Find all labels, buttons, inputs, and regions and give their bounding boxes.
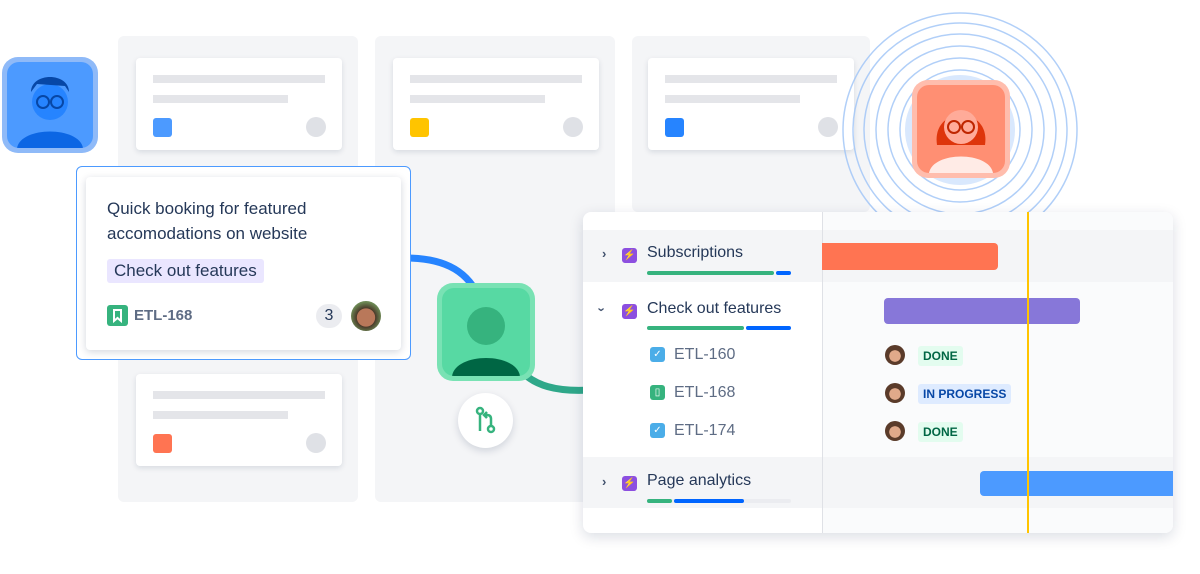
status-badge: IN PROGRESS: [918, 384, 1012, 404]
issue-key[interactable]: ETL-174: [674, 422, 735, 440]
issue-key[interactable]: ETL-160: [674, 346, 735, 364]
progress-done: [647, 326, 744, 330]
card-title-line: accomodations on website: [107, 224, 308, 243]
avatar-green-user: [437, 283, 535, 381]
epic-name[interactable]: Check out features: [647, 300, 781, 318]
epic-lightning-icon: ⚡: [622, 248, 637, 263]
progress-in-progress: [674, 499, 744, 503]
avatar-red-user: [912, 80, 1010, 178]
epic-lozenge[interactable]: Check out features: [107, 259, 264, 283]
status-badge: DONE: [918, 422, 963, 442]
progress-in-progress: [776, 271, 791, 275]
issue-key[interactable]: ETL-168: [134, 307, 192, 324]
assignee-avatar: [885, 383, 905, 403]
task-check-icon: ✓: [650, 347, 665, 362]
card-title-line: Quick booking for featured: [107, 199, 307, 218]
status-badge: DONE: [918, 346, 963, 366]
epic-lightning-icon: ⚡: [622, 304, 637, 319]
task-check-icon: ✓: [650, 423, 665, 438]
comment-count-badge: 3: [316, 304, 342, 328]
epic-bar-page-analytics[interactable]: [980, 471, 1173, 496]
progress-done: [647, 499, 672, 503]
issue-key[interactable]: ETL-168: [674, 384, 735, 402]
progress-done: [647, 271, 774, 275]
story-bookmark-icon: ▯: [650, 385, 665, 400]
card-title: Quick booking for featured accomodations…: [107, 196, 307, 246]
chevron-down-icon[interactable]: ›: [595, 307, 610, 311]
assignee-avatar: [885, 345, 905, 365]
pull-request-icon: [475, 406, 496, 434]
assignee-avatar[interactable]: [351, 301, 381, 331]
timeline-panel: › ⚡ Subscriptions › ⚡ Check out features…: [583, 212, 1173, 533]
story-bookmark-icon: [107, 305, 128, 326]
epic-lightning-icon: ⚡: [622, 476, 637, 491]
issue-card[interactable]: Quick booking for featured accomodations…: [86, 177, 401, 350]
epic-name[interactable]: Subscriptions: [647, 244, 743, 262]
avatar-blue-user: [2, 57, 98, 153]
epic-bar-check-out-features[interactable]: [884, 298, 1080, 324]
pull-request-button[interactable]: [458, 393, 513, 448]
chevron-right-icon[interactable]: ›: [602, 474, 606, 489]
assignee-avatar: [885, 421, 905, 441]
epic-name[interactable]: Page analytics: [647, 472, 751, 490]
chevron-right-icon[interactable]: ›: [602, 246, 606, 261]
today-marker: [1027, 212, 1029, 533]
epic-bar-subscriptions[interactable]: [822, 243, 998, 270]
progress-in-progress: [746, 326, 791, 330]
